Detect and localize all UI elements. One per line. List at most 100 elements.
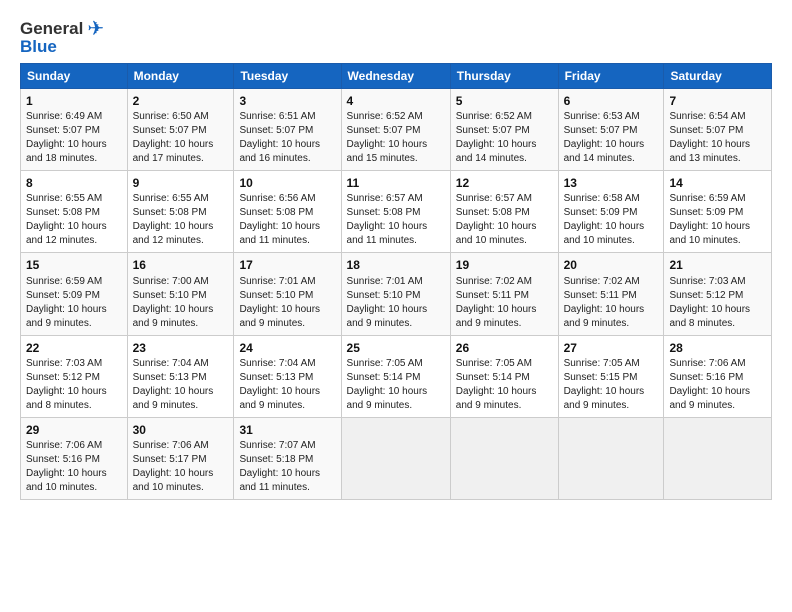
calendar-cell: 8Sunrise: 6:55 AMSunset: 5:08 PMDaylight… xyxy=(21,171,128,253)
day-number: 27 xyxy=(564,340,659,356)
calendar-cell: 17 Sunrise: 7:01 AMSunset: 5:10 PMDayligh… xyxy=(234,253,341,335)
calendar-cell: 13Sunrise: 6:58 AMSunset: 5:09 PMDayligh… xyxy=(558,171,664,253)
calendar-cell: 3Sunrise: 6:51 AMSunset: 5:07 PMDaylight… xyxy=(234,89,341,171)
general-text: General xyxy=(20,19,83,39)
day-number: 8 xyxy=(26,175,122,191)
calendar-cell: 21 Sunrise: 7:03 AMSunset: 5:12 PMDayligh… xyxy=(664,253,772,335)
day-number: 23 xyxy=(133,340,229,356)
day-info: Sunrise: 7:03 AMSunset: 5:12 PMDaylight:… xyxy=(669,275,766,331)
day-number: 30 xyxy=(133,422,229,438)
day-number: 5 xyxy=(456,93,553,109)
day-number: 2 xyxy=(133,93,229,109)
calendar-cell xyxy=(341,417,450,499)
day-number: 12 xyxy=(456,175,553,191)
calendar-cell: 14Sunrise: 6:59 AMSunset: 5:09 PMDayligh… xyxy=(664,171,772,253)
day-info: Sunrise: 7:04 AMSunset: 5:13 PMDaylight:… xyxy=(239,357,335,413)
day-info: Sunrise: 7:07 AMSunset: 5:18 PMDaylight:… xyxy=(239,439,335,495)
day-number: 4 xyxy=(347,93,445,109)
calendar-table: SundayMondayTuesdayWednesdayThursdayFrid… xyxy=(20,63,772,500)
day-number: 11 xyxy=(347,175,445,191)
calendar-cell: 12Sunrise: 6:57 AMSunset: 5:08 PMDayligh… xyxy=(450,171,558,253)
calendar-cell: 23Sunrise: 7:04 AMSunset: 5:13 PMDayligh… xyxy=(127,335,234,417)
day-number: 21 xyxy=(669,257,766,273)
day-number: 24 xyxy=(239,340,335,356)
day-number: 14 xyxy=(669,175,766,191)
day-number: 26 xyxy=(456,340,553,356)
header-day-tuesday: Tuesday xyxy=(234,64,341,89)
calendar-cell: 7Sunrise: 6:54 AMSunset: 5:07 PMDaylight… xyxy=(664,89,772,171)
day-info: Sunrise: 6:59 AMSunset: 5:09 PMDaylight:… xyxy=(26,275,122,331)
day-info: Sunrise: 7:05 AMSunset: 5:14 PMDaylight:… xyxy=(456,357,553,413)
day-number: 17 xyxy=(239,257,335,273)
calendar-cell: 25Sunrise: 7:05 AMSunset: 5:14 PMDayligh… xyxy=(341,335,450,417)
calendar-cell: 16 Sunrise: 7:00 AMSunset: 5:10 PMDayligh… xyxy=(127,253,234,335)
calendar-cell: 24Sunrise: 7:04 AMSunset: 5:13 PMDayligh… xyxy=(234,335,341,417)
day-number: 15 xyxy=(26,257,122,273)
calendar-cell: 20 Sunrise: 7:02 AMSunset: 5:11 PMDayligh… xyxy=(558,253,664,335)
header-day-wednesday: Wednesday xyxy=(341,64,450,89)
day-number: 31 xyxy=(239,422,335,438)
day-number: 25 xyxy=(347,340,445,356)
day-info: Sunrise: 7:06 AMSunset: 5:17 PMDaylight:… xyxy=(133,439,229,495)
calendar-cell: 5Sunrise: 6:52 AMSunset: 5:07 PMDaylight… xyxy=(450,89,558,171)
day-info: Sunrise: 6:57 AMSunset: 5:08 PMDaylight:… xyxy=(347,192,445,248)
header-day-sunday: Sunday xyxy=(21,64,128,89)
calendar-header-row: SundayMondayTuesdayWednesdayThursdayFrid… xyxy=(21,64,772,89)
calendar-cell: 28Sunrise: 7:06 AMSunset: 5:16 PMDayligh… xyxy=(664,335,772,417)
calendar-cell: 30Sunrise: 7:06 AMSunset: 5:17 PMDayligh… xyxy=(127,417,234,499)
day-info: Sunrise: 7:01 AMSunset: 5:10 PMDaylight:… xyxy=(239,275,335,331)
header-day-monday: Monday xyxy=(127,64,234,89)
calendar-cell: 27Sunrise: 7:05 AMSunset: 5:15 PMDayligh… xyxy=(558,335,664,417)
header-day-friday: Friday xyxy=(558,64,664,89)
day-info: Sunrise: 7:05 AMSunset: 5:14 PMDaylight:… xyxy=(347,357,445,413)
header: General ✈ Blue xyxy=(20,16,772,57)
day-info: Sunrise: 6:57 AMSunset: 5:08 PMDaylight:… xyxy=(456,192,553,248)
day-number: 18 xyxy=(347,257,445,273)
day-info: Sunrise: 6:52 AMSunset: 5:07 PMDaylight:… xyxy=(456,110,553,166)
day-info: Sunrise: 7:01 AMSunset: 5:10 PMDaylight:… xyxy=(347,275,445,331)
day-info: Sunrise: 6:59 AMSunset: 5:09 PMDaylight:… xyxy=(669,192,766,248)
day-info: Sunrise: 6:50 AMSunset: 5:07 PMDaylight:… xyxy=(133,110,229,166)
day-info: Sunrise: 7:02 AMSunset: 5:11 PMDaylight:… xyxy=(564,275,659,331)
day-info: Sunrise: 6:55 AMSunset: 5:08 PMDaylight:… xyxy=(26,192,122,248)
blue-text: Blue xyxy=(20,37,57,57)
day-info: Sunrise: 7:00 AMSunset: 5:10 PMDaylight:… xyxy=(133,275,229,331)
calendar-cell: 26Sunrise: 7:05 AMSunset: 5:14 PMDayligh… xyxy=(450,335,558,417)
day-info: Sunrise: 7:02 AMSunset: 5:11 PMDaylight:… xyxy=(456,275,553,331)
day-info: Sunrise: 6:54 AMSunset: 5:07 PMDaylight:… xyxy=(669,110,766,166)
calendar-week-3: 15 Sunrise: 6:59 AMSunset: 5:09 PMDayligh… xyxy=(21,253,772,335)
logo-area: General ✈ Blue xyxy=(20,16,104,57)
day-info: Sunrise: 6:49 AMSunset: 5:07 PMDaylight:… xyxy=(26,110,122,166)
calendar-cell: 9Sunrise: 6:55 AMSunset: 5:08 PMDaylight… xyxy=(127,171,234,253)
calendar-cell: 1Sunrise: 6:49 AMSunset: 5:07 PMDaylight… xyxy=(21,89,128,171)
calendar-cell xyxy=(664,417,772,499)
day-info: Sunrise: 7:03 AMSunset: 5:12 PMDaylight:… xyxy=(26,357,122,413)
header-day-thursday: Thursday xyxy=(450,64,558,89)
day-number: 28 xyxy=(669,340,766,356)
day-number: 16 xyxy=(133,257,229,273)
calendar-cell: 18 Sunrise: 7:01 AMSunset: 5:10 PMDayligh… xyxy=(341,253,450,335)
day-info: Sunrise: 6:56 AMSunset: 5:08 PMDaylight:… xyxy=(239,192,335,248)
day-number: 22 xyxy=(26,340,122,356)
calendar-cell: 31Sunrise: 7:07 AMSunset: 5:18 PMDayligh… xyxy=(234,417,341,499)
calendar-cell xyxy=(450,417,558,499)
calendar-cell: 22Sunrise: 7:03 AMSunset: 5:12 PMDayligh… xyxy=(21,335,128,417)
calendar-cell: 11Sunrise: 6:57 AMSunset: 5:08 PMDayligh… xyxy=(341,171,450,253)
page: General ✈ Blue SundayMondayTuesdayWednes… xyxy=(0,0,792,612)
calendar-week-4: 22Sunrise: 7:03 AMSunset: 5:12 PMDayligh… xyxy=(21,335,772,417)
day-info: Sunrise: 7:04 AMSunset: 5:13 PMDaylight:… xyxy=(133,357,229,413)
calendar-cell: 2Sunrise: 6:50 AMSunset: 5:07 PMDaylight… xyxy=(127,89,234,171)
calendar-cell: 19Sunrise: 7:02 AMSunset: 5:11 PMDayligh… xyxy=(450,253,558,335)
day-number: 20 xyxy=(564,257,659,273)
calendar-week-1: 1Sunrise: 6:49 AMSunset: 5:07 PMDaylight… xyxy=(21,89,772,171)
day-number: 7 xyxy=(669,93,766,109)
day-number: 3 xyxy=(239,93,335,109)
day-info: Sunrise: 6:58 AMSunset: 5:09 PMDaylight:… xyxy=(564,192,659,248)
day-info: Sunrise: 7:06 AMSunset: 5:16 PMDaylight:… xyxy=(26,439,122,495)
calendar-cell: 29Sunrise: 7:06 AMSunset: 5:16 PMDayligh… xyxy=(21,417,128,499)
day-info: Sunrise: 6:52 AMSunset: 5:07 PMDaylight:… xyxy=(347,110,445,166)
day-info: Sunrise: 7:05 AMSunset: 5:15 PMDaylight:… xyxy=(564,357,659,413)
calendar-cell xyxy=(558,417,664,499)
day-number: 9 xyxy=(133,175,229,191)
day-number: 13 xyxy=(564,175,659,191)
